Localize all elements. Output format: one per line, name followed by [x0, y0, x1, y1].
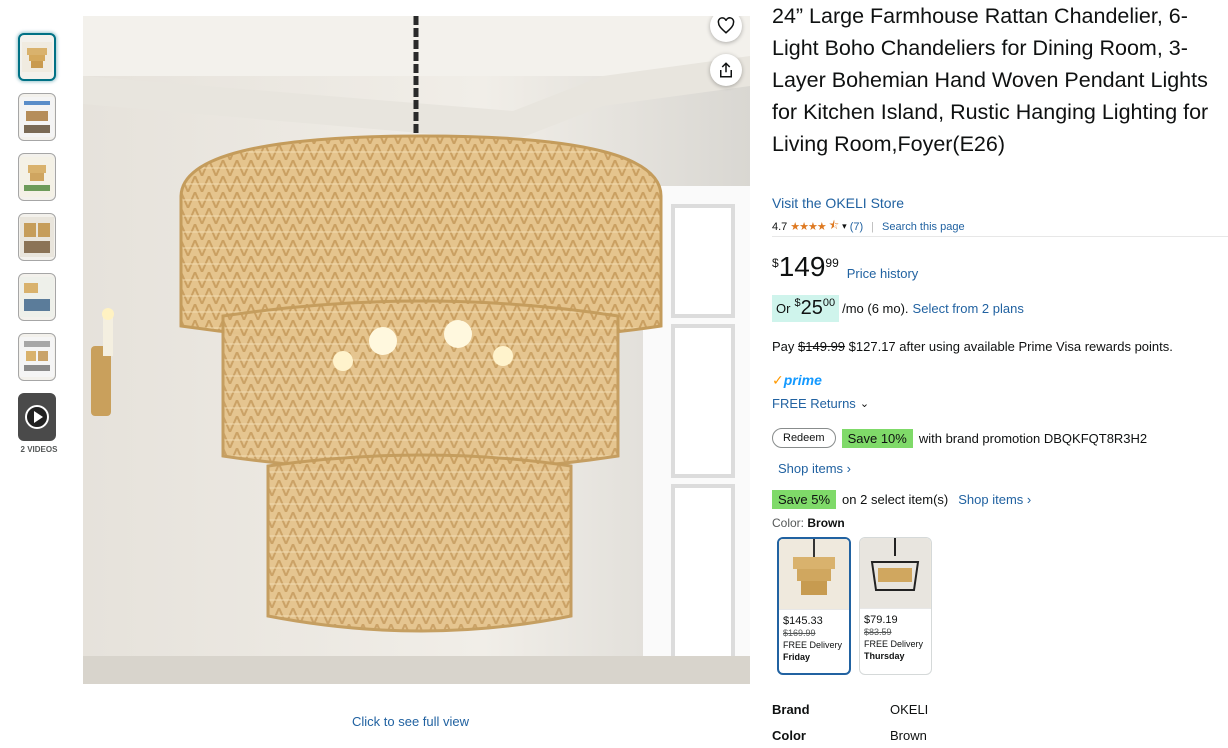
price-history-link[interactable]: Price history: [847, 266, 919, 281]
redeem-button[interactable]: Redeem: [772, 428, 836, 448]
pay-new-text: $127.17 after using available Prime Visa…: [848, 339, 1173, 354]
product-title: 24” Large Farmhouse Rattan Chandelier, 6…: [772, 4, 1209, 156]
select-plans-link[interactable]: Select from 2 plans: [913, 301, 1024, 316]
thumbnail-video[interactable]: [18, 393, 56, 441]
thumbnail-6[interactable]: [18, 333, 56, 381]
rating-count-link[interactable]: (7): [850, 221, 863, 233]
returns-label: FREE Returns: [772, 396, 856, 411]
swatch-day: Thursday: [864, 651, 905, 661]
thumbnail-1[interactable]: [18, 33, 56, 81]
promo2-text: on 2 select item(s): [842, 492, 949, 507]
price: $ 149 99 Price history: [772, 252, 918, 282]
half-star-icon: ⯪: [828, 220, 840, 232]
swatch-price: $79.19: [864, 614, 898, 626]
swatch-old-price: $83.59: [864, 627, 892, 637]
pay-old-price: $149.99: [798, 339, 846, 354]
swatch-delivery: FREE Delivery: [864, 639, 924, 649]
product-specs: Brand OKELI Color Brown: [772, 696, 928, 748]
installment-fraction: 00: [822, 297, 836, 309]
share-icon: [720, 62, 732, 78]
prime-badge: ✓prime: [772, 372, 822, 389]
separator: |: [871, 220, 875, 233]
swatch-price: $145.33: [783, 615, 823, 627]
save-5-badge: Save 5%: [772, 490, 837, 509]
spec-key: Brand: [772, 701, 810, 717]
price-currency: $: [772, 256, 779, 270]
spec-key: Color: [772, 727, 806, 743]
promo-row: Redeem Save 10% with brand promotion DBQ…: [772, 428, 1147, 448]
color-label-text: Color:: [772, 516, 805, 530]
installment-or: Or: [776, 301, 791, 316]
swatch-old-price: $169.99: [783, 628, 816, 638]
price-whole: 149: [778, 251, 826, 282]
swatch-black[interactable]: $79.19 $83.59 FREE Delivery Thursday: [859, 537, 932, 675]
thumbnail-strip: 2 VIDEOS: [18, 33, 60, 454]
swatch-brown[interactable]: $145.33 $169.99 FREE Delivery Friday: [777, 537, 851, 675]
store-link[interactable]: Visit the OKELI Store: [772, 195, 904, 211]
play-icon: [25, 405, 49, 429]
shop-items-link-2[interactable]: Shop items ›: [958, 492, 1031, 507]
share-button[interactable]: [710, 54, 742, 86]
color-label: Color: Brown: [772, 516, 845, 530]
rating-row: 4.7 ★★★★ ⯪ ▾ (7) | Search this page: [772, 217, 1228, 236]
chevron-down-icon: ⌄: [859, 398, 870, 410]
prime-label: prime: [783, 372, 822, 388]
prime-visa-offer: Pay $149.99 $127.17 after using availabl…: [772, 339, 1173, 354]
installment-row: Or $ 25 00 /mo (6 mo). Select from 2 pla…: [772, 295, 1024, 322]
color-value: Brown: [807, 516, 845, 530]
spec-value: Brown: [890, 727, 927, 743]
price-fraction: 99: [825, 256, 839, 270]
swatch-image: [860, 538, 931, 609]
spec-row: Color Brown: [772, 722, 928, 748]
thumbnail-3[interactable]: [18, 153, 56, 201]
pay-prefix: Pay: [772, 339, 795, 354]
heart-icon: [717, 17, 735, 34]
rating-value: 4.7: [772, 220, 788, 233]
divider: [772, 236, 1228, 237]
thumbnail-5[interactable]: [18, 273, 56, 321]
videos-count-label: 2 VIDEOS: [20, 445, 58, 454]
save-10-badge: Save 10%: [841, 428, 913, 448]
full-view-link[interactable]: Click to see full view: [352, 714, 469, 729]
search-page-link[interactable]: Search this page: [882, 221, 965, 233]
swatch-day: Friday: [783, 652, 811, 662]
installment-badge: Or $ 25 00: [772, 295, 840, 322]
rating-stars[interactable]: ★★★★: [790, 220, 826, 233]
shop-items-link-1[interactable]: Shop items ›: [778, 461, 851, 476]
thumbnail-4[interactable]: [18, 213, 56, 261]
swatch-image: [779, 539, 849, 610]
swatch-delivery: FREE Delivery: [783, 640, 843, 650]
chevron-down-icon[interactable]: ▾: [842, 221, 847, 232]
check-icon: ✓: [772, 372, 784, 388]
installment-whole: 25: [800, 297, 823, 319]
free-returns-link[interactable]: FREE Returns ⌄: [772, 396, 869, 411]
promo-row-2: Save 5% on 2 select item(s) Shop items ›: [772, 490, 1031, 509]
spec-row: Brand OKELI: [772, 696, 928, 722]
thumbnail-2[interactable]: [18, 93, 56, 141]
spec-value: OKELI: [890, 701, 929, 717]
main-product-image[interactable]: [83, 16, 750, 684]
installment-term: /mo (6 mo).: [842, 301, 909, 316]
color-swatches: $145.33 $169.99 FREE Delivery Friday $79…: [777, 537, 932, 675]
promo-text: with brand promotion DBQKFQT8R3H2: [918, 430, 1148, 446]
